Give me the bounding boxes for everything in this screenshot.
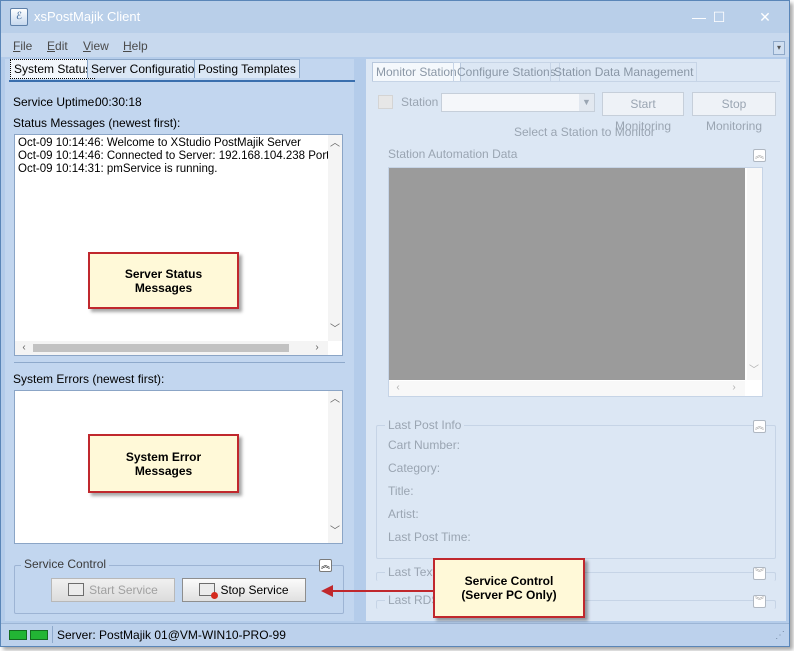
vertical-scrollbar[interactable]: ﹀ bbox=[747, 168, 762, 380]
collapse-icon[interactable]: ︽ bbox=[753, 420, 766, 433]
status-messages-label: Status Messages (newest first): bbox=[13, 116, 181, 130]
last-text-title: Last Text bbox=[385, 565, 439, 579]
menu-file[interactable]: File bbox=[13, 39, 32, 53]
vertical-scrollbar[interactable]: ︿ ﹀ bbox=[328, 391, 342, 543]
tab-underline bbox=[9, 80, 355, 82]
expand-icon[interactable]: ︾ bbox=[753, 595, 766, 608]
resize-grip-icon[interactable]: ⋰ bbox=[775, 630, 785, 641]
start-service-label: Start Service bbox=[89, 583, 158, 597]
menu-help[interactable]: Help bbox=[123, 39, 148, 53]
collapse-icon[interactable]: ︽ bbox=[319, 559, 332, 572]
service-control-title: Service Control bbox=[21, 557, 110, 571]
list-item: Oct-09 10:14:46: Welcome to XStudio Post… bbox=[18, 137, 301, 149]
menu-bar: File Edit View Help ▾ bbox=[1, 33, 789, 57]
last-post-info-title: Last Post Info bbox=[385, 418, 465, 432]
callout-server-status: Server Status Messages bbox=[88, 252, 239, 309]
callout-line: Messages bbox=[134, 463, 193, 478]
horizontal-scrollbar[interactable]: ‹ › bbox=[389, 381, 745, 396]
callout-system-error: System Error Messages bbox=[88, 434, 239, 493]
title-label: Title: bbox=[388, 484, 414, 498]
callout-service-control: Service Control (Server PC Only) bbox=[433, 558, 585, 618]
scroll-right-icon[interactable]: › bbox=[310, 341, 324, 355]
station-checkbox[interactable] bbox=[378, 95, 393, 109]
tab-station-data-management[interactable]: Station Data Management bbox=[550, 62, 698, 81]
monitor-hint: Select a Station to Monitor bbox=[514, 125, 655, 139]
tab-server-configuration[interactable]: Server Configuration bbox=[87, 59, 206, 78]
scroll-down-icon[interactable]: ﹀ bbox=[328, 525, 342, 539]
system-errors-label: System Errors (newest first): bbox=[13, 372, 165, 386]
automation-data-view[interactable]: ﹀ ‹ › bbox=[388, 167, 763, 397]
station-select[interactable]: ▼ bbox=[441, 93, 595, 112]
menu-view[interactable]: View bbox=[83, 39, 109, 53]
list-item: Oct-09 10:14:46: Connected to Server: 19… bbox=[18, 150, 343, 162]
stop-icon bbox=[199, 583, 219, 599]
connection-led-icon bbox=[9, 630, 27, 640]
close-button[interactable]: ✕ bbox=[750, 5, 780, 29]
splitter[interactable] bbox=[14, 362, 345, 363]
station-label: Station bbox=[401, 95, 439, 109]
artist-label: Artist: bbox=[388, 507, 419, 521]
app-icon[interactable]: ℰ bbox=[10, 8, 28, 26]
tab-system-status[interactable]: System Status bbox=[10, 59, 96, 79]
window-title: xsPostMajik Client bbox=[34, 9, 141, 24]
automation-data-area bbox=[389, 168, 745, 380]
cart-number-label: Cart Number: bbox=[388, 438, 461, 452]
left-panel: System Status Server Configuration Posti… bbox=[5, 59, 355, 621]
callout-line: (Server PC Only) bbox=[461, 588, 557, 602]
scroll-up-icon[interactable]: ︿ bbox=[328, 137, 342, 151]
uptime-label: Service Uptime: bbox=[13, 95, 98, 109]
collapse-icon[interactable]: ︽ bbox=[753, 149, 766, 162]
scroll-up-icon[interactable]: ︿ bbox=[328, 393, 342, 407]
panel-splitter[interactable] bbox=[355, 59, 365, 621]
scroll-thumb[interactable] bbox=[33, 344, 289, 352]
tab-configure-stations[interactable]: Configure Stations bbox=[453, 62, 560, 81]
horizontal-scrollbar[interactable]: ‹ › bbox=[15, 341, 328, 355]
scroll-left-icon[interactable]: ‹ bbox=[391, 381, 405, 395]
main-window: ℰ xsPostMajik Client — ☐ ✕ File Edit Vie… bbox=[0, 0, 790, 647]
automation-data-title: Station Automation Data bbox=[388, 147, 518, 161]
tab-posting-templates[interactable]: Posting Templates bbox=[194, 59, 300, 78]
service-icon bbox=[68, 583, 85, 596]
stop-service-label: Stop Service bbox=[220, 583, 289, 597]
start-monitoring-button[interactable]: Start Monitoring bbox=[602, 92, 684, 133]
title-bar[interactable]: ℰ xsPostMajik Client — ☐ ✕ bbox=[1, 1, 789, 33]
menu-edit[interactable]: Edit bbox=[47, 39, 68, 53]
last-post-time-label: Last Post Time: bbox=[388, 530, 471, 544]
status-bar: Server: PostMajik 01@VM-WIN10-PRO-99 ⋰ bbox=[1, 623, 789, 646]
chevron-down-icon[interactable]: ▼ bbox=[579, 94, 594, 111]
callout-line: System Error bbox=[125, 449, 202, 464]
scroll-left-icon[interactable]: ‹ bbox=[17, 341, 31, 355]
stop-monitoring-button[interactable]: Stop Monitoring bbox=[692, 92, 776, 133]
start-service-button[interactable]: Start Service bbox=[51, 578, 175, 602]
uptime-value: 00:30:18 bbox=[95, 95, 142, 109]
callout-arrow-icon bbox=[321, 585, 435, 597]
stop-service-button[interactable]: Stop Service bbox=[182, 578, 306, 602]
list-item: Oct-09 10:14:31: pmService is running. bbox=[18, 163, 218, 175]
ribbon-dropdown-icon[interactable]: ▾ bbox=[773, 41, 785, 55]
scroll-down-icon[interactable]: ﹀ bbox=[328, 323, 342, 337]
vertical-scrollbar[interactable]: ︿ ﹀ bbox=[328, 135, 342, 341]
callout-line: Messages bbox=[134, 280, 193, 295]
server-status-text: Server: PostMajik 01@VM-WIN10-PRO-99 bbox=[57, 628, 286, 642]
tab-underline bbox=[372, 81, 780, 82]
scroll-down-icon[interactable]: ﹀ bbox=[747, 364, 761, 378]
expand-icon[interactable]: ︾ bbox=[753, 567, 766, 580]
callout-line: Server Status bbox=[124, 266, 203, 281]
tab-monitor-station[interactable]: Monitor Station bbox=[372, 62, 461, 81]
maximize-button[interactable]: ☐ bbox=[704, 5, 734, 29]
divider bbox=[52, 626, 53, 643]
right-panel: Monitor Station Configure Stations Stati… bbox=[366, 59, 786, 621]
category-label: Category: bbox=[388, 461, 441, 475]
callout-line: Service Control bbox=[464, 574, 554, 588]
service-led-icon bbox=[30, 630, 48, 640]
status-messages-list[interactable]: Oct-09 10:14:46: Welcome to XStudio Post… bbox=[14, 134, 343, 356]
scroll-right-icon[interactable]: › bbox=[727, 381, 741, 395]
